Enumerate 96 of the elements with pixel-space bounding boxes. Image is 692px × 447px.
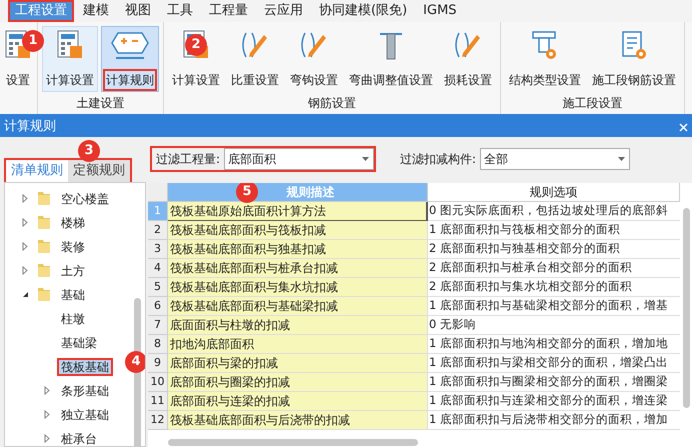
tree-item[interactable]: 独立基础 [59,408,111,422]
filter-label: 过滤扣减构件: [400,151,476,168]
table-cell[interactable]: 筏板基础底部面积与集水坑扣减 [168,278,428,297]
folder-icon [37,238,51,254]
table-cell[interactable]: 0 图元实际底面积，包括边坡处理后的底部斜 [428,202,680,221]
menu-tab[interactable]: 工程量 [202,0,255,22]
rule-tab[interactable]: 定额规则 [68,160,130,182]
menu-tab[interactable]: 协同建模(限免) [312,0,414,22]
row-number: 10 [148,373,168,392]
folder-icon [37,286,51,302]
group-label: 土建设置 [76,95,126,112]
ribbon-button[interactable]: 结构类型设置 [505,26,585,92]
filter-label: 过滤工程量: [156,151,220,168]
step-badge: 5 [236,183,258,203]
folder-icon [37,262,51,278]
table-cell[interactable]: 底部面积与连梁的扣减 [168,392,428,411]
menu-tab[interactable]: 工具 [160,0,200,22]
horizontal-scrollbar[interactable] [168,439,418,446]
row-number: 7 [148,316,168,335]
table-cell[interactable]: 筏板基础原始底面积计算方法 [168,202,428,221]
expand-arrow-icon[interactable] [22,242,28,250]
table-cell[interactable]: 筏板基础底部面积与桩承台扣减 [168,259,428,278]
ribbon-button[interactable]: 比重设置 [227,26,283,92]
collapse-arrow-icon[interactable] [22,290,28,298]
table-cell[interactable]: 筏板基础底部面积与基础梁扣减 [168,297,428,316]
menu-tab[interactable]: 建模 [76,0,116,22]
dropdown-caret-icon [362,157,370,161]
menu-tab[interactable]: IGMS [416,0,464,22]
ribbon-button[interactable]: 计算设置 [42,26,98,92]
expand-arrow-icon[interactable] [22,218,28,226]
table-cell[interactable]: 筏板基础底部面积与独基扣减 [168,240,428,259]
row-number: 12 [148,411,168,430]
row-number: 9 [148,354,168,373]
table-cell[interactable]: 1 底部面积扣与圈梁相交部分的面积，增圈梁 [428,373,680,392]
table-cell[interactable]: 扣地沟底部面积 [168,335,428,354]
filter-dropdown[interactable]: 底部面积 [224,148,374,170]
table-cell[interactable]: 1 底部面积扣与地沟相交部分的面积，增加地 [428,335,680,354]
tree-item[interactable]: 桩承台 [59,432,99,446]
column-header[interactable]: 规则选项 [530,183,578,201]
table-cell[interactable]: 筏板基础底部面积与后浇带的扣减 [168,411,428,430]
group-label: 施工段设置 [562,95,624,112]
step-badge: 3 [78,140,100,162]
expand-arrow-icon[interactable] [44,410,50,418]
scrollbar[interactable] [134,298,141,446]
table-cell[interactable]: 2 底部面积扣与集水坑相交部分的面积 [428,278,680,297]
filter-dropdown[interactable]: 全部 [480,148,630,170]
ribbon-button[interactable]: 施工段钢筋设置 [588,26,680,92]
table-cell[interactable]: 1 底部面积扣与后浇带相交部分的面积，增加 [428,411,680,430]
close-icon[interactable] [679,122,688,132]
table-cell[interactable]: 1 底部面积扣与筏板相交部分的面积 [428,221,680,240]
expand-arrow-icon[interactable] [44,434,50,442]
table-cell[interactable]: 2 底部面积扣与桩承台相交部分的面积 [428,259,680,278]
row-number: 3 [148,240,168,259]
table-cell[interactable]: 筏板基础底部面积与筏板扣减 [168,221,428,240]
folder-icon [37,190,51,206]
tree-item[interactable]: 装修 [59,240,87,254]
expand-arrow-icon[interactable] [22,194,28,202]
table-cell[interactable]: 底部面积与圈梁的扣减 [168,373,428,392]
row-number: 8 [148,335,168,354]
tree-item[interactable]: 基础 [59,288,87,302]
row-number: 5 [148,278,168,297]
tree-item[interactable]: 柱墩 [59,312,87,326]
ribbon-button[interactable]: 弯曲调整值设置 [345,26,437,92]
menu-tab[interactable]: 视图 [118,0,158,22]
folder-icon [37,214,51,230]
table-cell[interactable]: 1 底部面积扣与连梁相交部分的面积，增连梁 [428,392,680,411]
tree-item[interactable]: 条形基础 [59,384,111,398]
tree-item[interactable]: 楼梯 [59,216,87,230]
tree-item[interactable]: 空心楼盖 [59,192,111,206]
table-cell[interactable]: 1 底部面积扣与基础梁相交部分的面积，增基 [428,297,680,316]
ribbon-button[interactable]: 损耗设置 [440,26,496,92]
row-number: 6 [148,297,168,316]
menu-tab[interactable]: 云应用 [257,0,310,22]
tree-item[interactable]: 土方 [59,264,87,278]
row-number: 4 [148,259,168,278]
step-badge: 4 [125,351,145,373]
table-cell[interactable]: 1 底部面积扣与梁相交部分的面积，增梁凸出 [428,354,680,373]
expand-arrow-icon[interactable] [22,266,28,274]
tree-item[interactable]: 基础梁 [59,336,99,350]
row-number: 1 [148,202,168,221]
ribbon-button[interactable]: 弯钩设置 [286,26,342,92]
table-cell[interactable]: 底部面积与梁的扣减 [168,354,428,373]
expand-arrow-icon[interactable] [44,386,50,394]
tree-item[interactable]: 筏板基础 [59,360,111,374]
group-label: 钢筋设置 [307,95,357,112]
window-title: 计算规则 [4,118,56,136]
row-number: 2 [148,221,168,240]
row-number: 11 [148,392,168,411]
calculator-icon [55,29,85,61]
vertical-scrollbar[interactable] [683,208,690,408]
table-cell[interactable]: 底面面积与柱墩的扣减 [168,316,428,335]
table-cell[interactable]: 0 无影响 [428,316,680,335]
ribbon-button[interactable]: 计算规则 [101,26,159,92]
dropdown-caret-icon [618,157,626,161]
rule-tab[interactable]: 清单规则 [6,160,68,182]
table-cell[interactable]: 2 底部面积扣与独基相交部分的面积 [428,240,680,259]
